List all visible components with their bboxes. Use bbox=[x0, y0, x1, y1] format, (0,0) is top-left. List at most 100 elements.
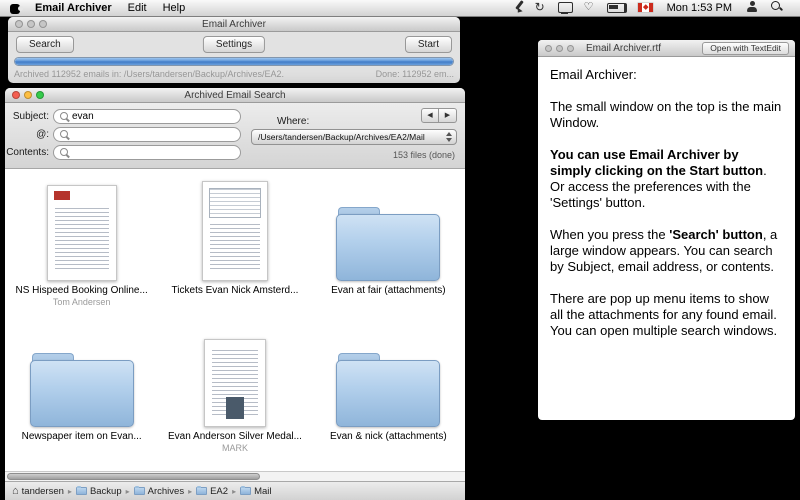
main-window-title: Email Archiver bbox=[8, 17, 460, 32]
where-label: Where: bbox=[277, 116, 309, 127]
file-subtitle: Tom Andersen bbox=[53, 297, 111, 307]
readme-paragraph: The small window on the top is the main … bbox=[550, 99, 783, 131]
file-item[interactable]: Evan Anderson Silver Medal...MARK bbox=[158, 325, 311, 471]
menu-help[interactable]: Help bbox=[163, 2, 186, 14]
scrollbar-thumb[interactable] bbox=[7, 473, 260, 480]
magnifier-icon bbox=[59, 129, 70, 140]
file-label: Tickets Evan Nick Amsterd... bbox=[172, 285, 299, 296]
file-item[interactable]: NS Hispeed Booking Online...Tom Andersen bbox=[5, 179, 158, 325]
subject-input[interactable] bbox=[72, 111, 235, 123]
magnifier-icon bbox=[59, 111, 70, 122]
zoom-button[interactable] bbox=[36, 91, 44, 99]
heart-icon[interactable] bbox=[584, 0, 595, 15]
path-item-backup[interactable]: Backup bbox=[76, 486, 122, 497]
close-button[interactable] bbox=[12, 91, 20, 99]
status-row: Archived 112952 emails in: /Users/tander… bbox=[14, 69, 454, 79]
forward-button[interactable]: ▶ bbox=[439, 108, 457, 123]
status-done-text: Done: 112952 em... bbox=[376, 69, 454, 79]
zoom-button[interactable] bbox=[39, 20, 47, 28]
path-item-label: Mail bbox=[254, 486, 271, 497]
subject-search-field[interactable] bbox=[53, 109, 241, 124]
close-button[interactable] bbox=[545, 45, 552, 52]
folder-icon bbox=[240, 487, 251, 495]
path-item-ea2[interactable]: EA2 bbox=[196, 486, 228, 497]
menu-list: Email Archiver Edit Help bbox=[35, 2, 201, 14]
readme-window-controls bbox=[545, 45, 574, 52]
file-icon-slot bbox=[204, 325, 266, 427]
path-item-label: Backup bbox=[90, 486, 122, 497]
file-label: Evan Anderson Silver Medal... bbox=[168, 431, 302, 442]
contents-input[interactable] bbox=[72, 147, 235, 159]
magnifier-icon bbox=[59, 147, 70, 158]
sync-icon[interactable] bbox=[535, 0, 546, 15]
file-icon-slot bbox=[202, 179, 268, 281]
search-window-titlebar[interactable]: Archived Email Search bbox=[5, 88, 465, 103]
folder-icon bbox=[76, 487, 87, 495]
readme-window-titlebar[interactable]: Email Archiver.rtf Open with TextEdit bbox=[538, 40, 795, 57]
path-item-mail[interactable]: Mail bbox=[240, 486, 271, 497]
file-icon-slot bbox=[336, 179, 440, 281]
file-label: Newspaper item on Evan... bbox=[22, 431, 142, 442]
history-nav: ◀ ▶ bbox=[421, 108, 457, 123]
open-with-textedit-button[interactable]: Open with TextEdit bbox=[702, 42, 789, 55]
minimize-button[interactable] bbox=[24, 91, 32, 99]
path-item-label: EA2 bbox=[210, 486, 228, 497]
file-grid: NS Hispeed Booking Online...Tom Andersen… bbox=[5, 169, 465, 471]
email-address-search-field[interactable] bbox=[53, 127, 241, 142]
file-item[interactable]: Evan at fair (attachments) bbox=[312, 179, 465, 325]
pencil-icon[interactable] bbox=[517, 0, 523, 15]
path-separator-icon: ▸ bbox=[188, 487, 192, 496]
path-item-tandersen[interactable]: tandersen bbox=[12, 486, 64, 497]
right-icons bbox=[740, 0, 790, 18]
horizontal-scrollbar[interactable] bbox=[5, 471, 465, 481]
menu-email-archiver[interactable]: Email Archiver bbox=[35, 2, 112, 14]
document-thumbnail-icon bbox=[204, 339, 266, 427]
folder-icon bbox=[336, 353, 440, 427]
archived-email-search-window: Archived Email Search Subject: @: Conten… bbox=[5, 88, 465, 500]
file-item[interactable]: Tickets Evan Nick Amsterd... bbox=[158, 179, 311, 325]
progress-fill bbox=[15, 58, 453, 65]
back-button[interactable]: ◀ bbox=[421, 108, 439, 123]
search-window-controls bbox=[12, 91, 44, 99]
readme-paragraph: Email Archiver: bbox=[550, 67, 783, 83]
popup-arrows-icon bbox=[444, 132, 453, 142]
user-icon[interactable] bbox=[746, 0, 758, 15]
home-icon bbox=[12, 486, 22, 497]
battery-icon[interactable] bbox=[607, 0, 626, 15]
apple-menu-icon[interactable] bbox=[10, 2, 21, 15]
email-address-label: @: bbox=[5, 129, 49, 140]
minimize-button[interactable] bbox=[27, 20, 35, 28]
search-window-title: Archived Email Search bbox=[5, 88, 465, 103]
folder-icon bbox=[196, 487, 207, 495]
readme-paragraph: There are pop up menu items to show all … bbox=[550, 291, 783, 339]
folder-icon bbox=[30, 353, 134, 427]
menu-bar-clock[interactable]: Mon 1:53 PM bbox=[667, 2, 732, 14]
search-controls: Subject: @: Contents: ◀ ▶ Where: /Users/… bbox=[5, 103, 465, 169]
status-icons bbox=[511, 0, 659, 18]
display-icon[interactable] bbox=[558, 0, 572, 15]
close-button[interactable] bbox=[15, 20, 23, 28]
zoom-button[interactable] bbox=[567, 45, 574, 52]
minimize-button[interactable] bbox=[556, 45, 563, 52]
path-item-label: Archives bbox=[148, 486, 184, 497]
path-separator-icon: ▸ bbox=[68, 487, 72, 496]
path-separator-icon: ▸ bbox=[232, 487, 236, 496]
search-button[interactable]: Search bbox=[16, 36, 74, 53]
settings-button[interactable]: Settings bbox=[203, 36, 265, 53]
where-popup-menu[interactable]: /Users/tandersen/Backup/Archives/EA2/Mai… bbox=[251, 129, 457, 145]
contents-search-field[interactable] bbox=[53, 145, 241, 160]
path-item-archives[interactable]: Archives bbox=[134, 486, 184, 497]
start-button[interactable]: Start bbox=[405, 36, 452, 53]
email-address-input[interactable] bbox=[72, 129, 235, 141]
archive-progress-bar bbox=[14, 57, 454, 66]
file-item[interactable]: Newspaper item on Evan... bbox=[5, 325, 158, 471]
flag-canada-icon[interactable] bbox=[638, 0, 653, 15]
file-label: Evan & nick (attachments) bbox=[330, 431, 447, 442]
spotlight-icon[interactable] bbox=[770, 0, 784, 15]
document-thumbnail-icon bbox=[202, 181, 268, 281]
file-item[interactable]: Evan & nick (attachments) bbox=[312, 325, 465, 471]
main-window-titlebar[interactable]: Email Archiver bbox=[8, 17, 460, 32]
menu-bar-status-area: Mon 1:53 PM bbox=[511, 0, 790, 18]
subject-label: Subject: bbox=[5, 111, 49, 122]
menu-edit[interactable]: Edit bbox=[128, 2, 147, 14]
